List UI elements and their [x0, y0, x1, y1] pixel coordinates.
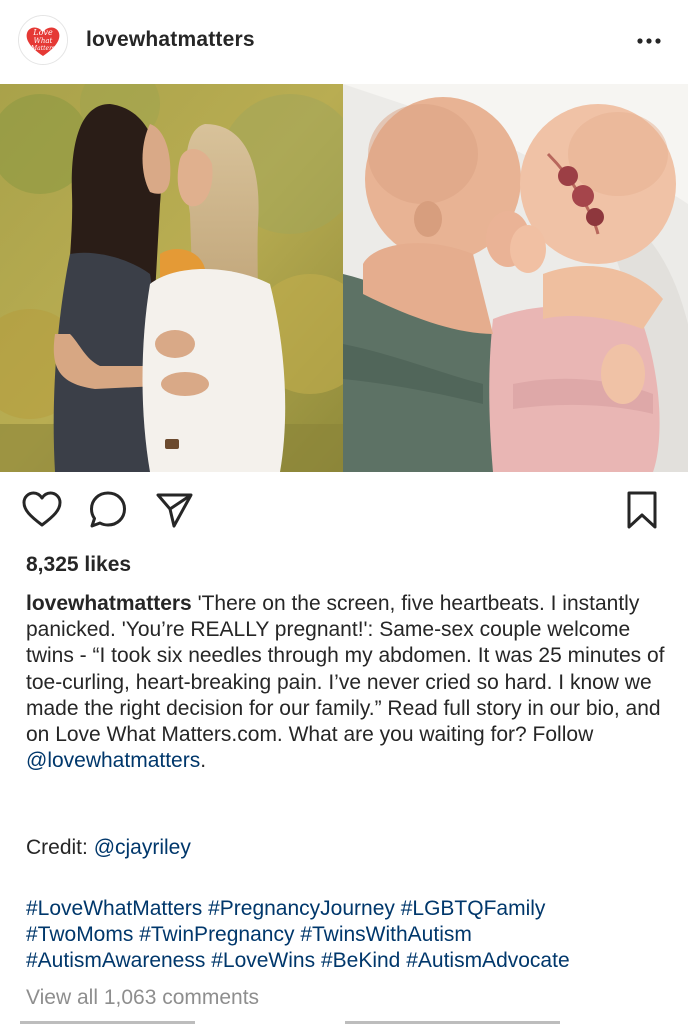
- caption-mention[interactable]: @lovewhatmatters: [26, 749, 200, 772]
- post-caption: lovewhatmatters 'There on the screen, fi…: [26, 591, 666, 774]
- instagram-post: Love What Matters lovewhatmatters 8,325 …: [0, 0, 688, 1024]
- caption-username[interactable]: lovewhatmatters: [26, 592, 192, 615]
- post-actions: [0, 488, 688, 536]
- hashtag[interactable]: #TwinPregnancy: [139, 923, 294, 946]
- hashtag[interactable]: #PregnancyJourney: [208, 897, 395, 920]
- caption-end: .: [200, 749, 207, 773]
- logo-text-2: What: [34, 37, 53, 45]
- photo-newborn-twins: [343, 84, 688, 472]
- photo-two-women: [0, 84, 343, 472]
- next-content-cutoff: [0, 1013, 688, 1024]
- like-count[interactable]: 8,325 likes: [26, 553, 131, 577]
- love-what-matters-logo: Love What Matters: [19, 16, 67, 64]
- heart-outline-icon[interactable]: [20, 488, 64, 532]
- post-media[interactable]: [0, 84, 688, 472]
- hashtag[interactable]: #BeKind: [321, 949, 400, 972]
- caption-text: 'There on the screen, five heartbeats. I…: [26, 592, 665, 747]
- avatar[interactable]: Love What Matters: [18, 15, 68, 65]
- credit-mention[interactable]: @cjayriley: [94, 836, 191, 859]
- credit-line: Credit: @cjayriley: [26, 836, 191, 860]
- post-header: Love What Matters lovewhatmatters: [0, 0, 688, 84]
- hashtag[interactable]: #LoveWhatMatters: [26, 897, 202, 920]
- hashtag[interactable]: #AutismAwareness: [26, 949, 205, 972]
- hashtags: #LoveWhatMatters #PregnancyJourney #LGBT…: [26, 896, 676, 975]
- logo-text-3: Matters: [30, 45, 55, 52]
- post-username[interactable]: lovewhatmatters: [86, 28, 255, 52]
- hashtag[interactable]: #TwinsWithAutism: [300, 923, 472, 946]
- hashtag[interactable]: #LGBTQFamily: [401, 897, 546, 920]
- comment-bubble-icon[interactable]: [86, 488, 130, 532]
- more-horizontal-icon[interactable]: [634, 30, 664, 52]
- credit-label: Credit:: [26, 836, 94, 859]
- hashtag[interactable]: #TwoMoms: [26, 923, 133, 946]
- hashtag[interactable]: #AutismAdvocate: [406, 949, 569, 972]
- hashtag[interactable]: #LoveWins: [211, 949, 315, 972]
- view-all-comments-link[interactable]: View all 1,063 comments: [26, 986, 259, 1010]
- paper-plane-icon[interactable]: [152, 488, 196, 532]
- bookmark-outline-icon[interactable]: [620, 488, 664, 532]
- logo-text-1: Love: [32, 28, 53, 37]
